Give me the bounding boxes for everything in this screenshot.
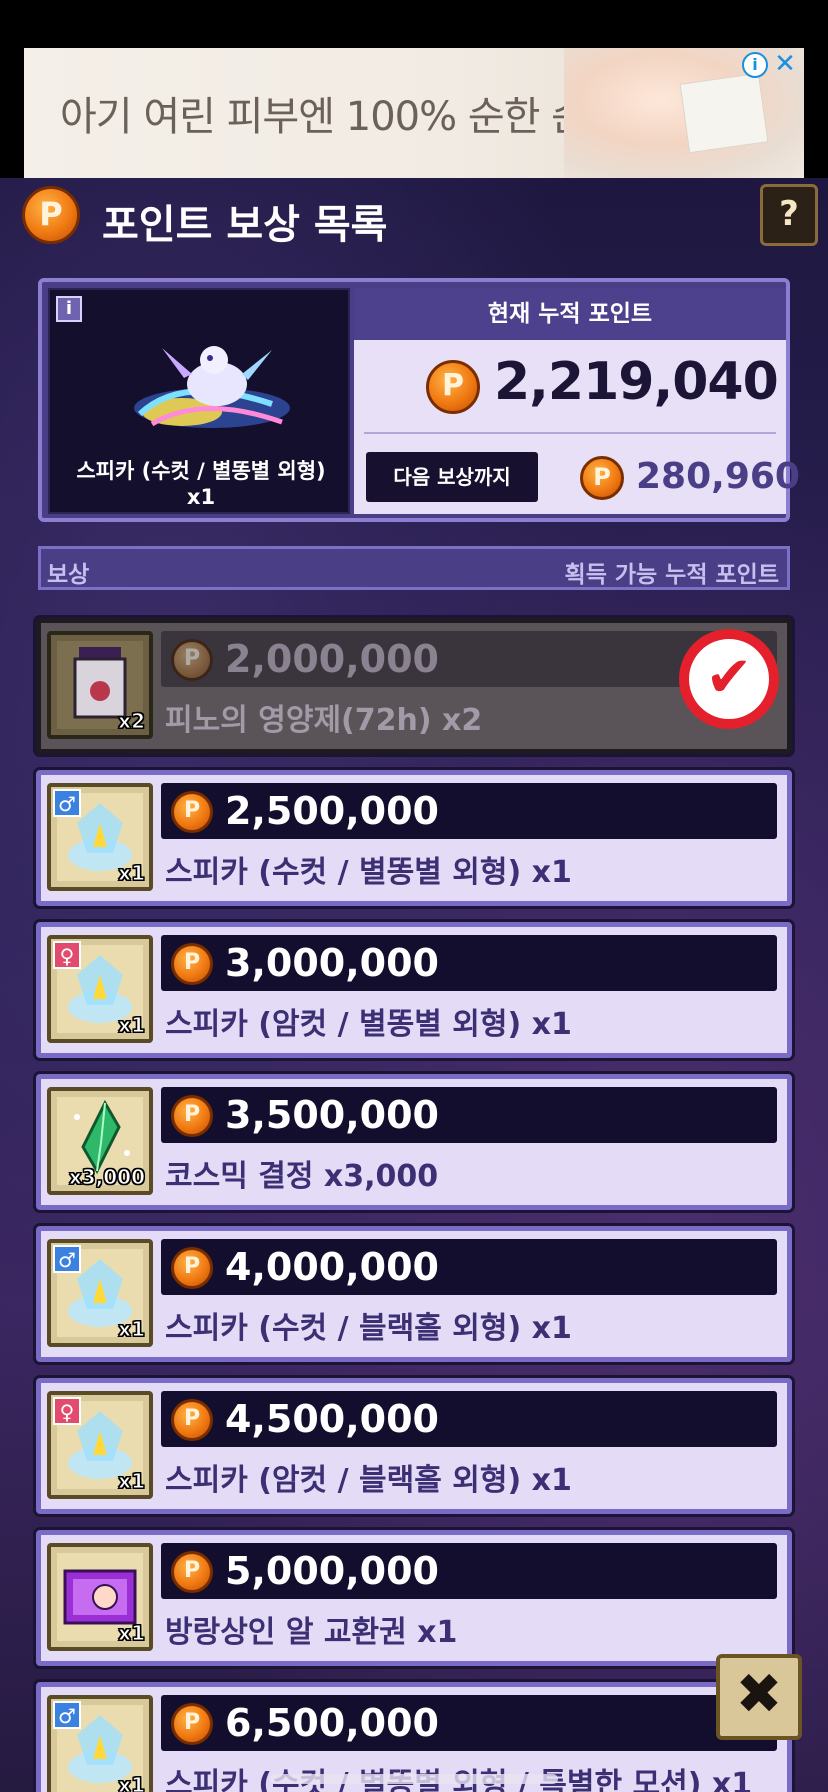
male-icon: ♂ (53, 1245, 81, 1273)
info-icon[interactable]: i (56, 296, 82, 322)
reward-row[interactable]: x1 P 5,000,000 방랑상인 알 교환권 x1 (36, 1530, 792, 1666)
status-bar (0, 0, 828, 48)
female-icon: ♀ (53, 1397, 81, 1425)
current-points-title: 현재 누적 포인트 (354, 288, 786, 340)
reward-qty: x3,000 (68, 1165, 145, 1190)
reward-item-slot[interactable]: x3,000 (47, 1087, 153, 1195)
reward-qty: x1 (118, 1773, 146, 1792)
reward-column-label: 보상 (47, 562, 90, 588)
reward-name: 피노의 영양제(72h) x2 (165, 703, 483, 738)
point-coin-icon: P (171, 1551, 213, 1593)
ad-text: 아기 여린 피부엔 100% 순한 순면 (60, 94, 624, 140)
required-points: 2,500,000 (225, 789, 439, 833)
reward-item-slot[interactable]: ♀ x1 (47, 1391, 153, 1499)
point-coin-icon: P (171, 639, 213, 681)
required-points-bar: P 3,000,000 (161, 935, 777, 991)
points-summary-panel: i 스피카 (수컷 / 별똥별 외형) x1 현재 누적 포인트 P 2,219… (38, 278, 800, 522)
required-points-bar: P 3,500,000 (161, 1087, 777, 1143)
required-points: 2,000,000 (225, 637, 439, 681)
reward-qty: x1 (118, 1317, 146, 1342)
reward-item-slot[interactable]: ♂ x1 (47, 1695, 153, 1792)
reward-row[interactable]: x3,000 P 3,500,000 코스믹 결정 x3,000 (36, 1074, 792, 1210)
reward-name: 방랑상인 알 교환권 x1 (165, 1615, 458, 1650)
reward-row[interactable]: ♀ x1 P 4,500,000 스피카 (암컷 / 블랙홀 외형) x1 (36, 1378, 792, 1514)
reward-name: 스피카 (수컷 / 블랙홀 외형) x1 (165, 1311, 572, 1346)
home-indicator (270, 1774, 558, 1784)
close-icon[interactable]: ✕ (772, 50, 798, 78)
required-points: 4,500,000 (225, 1397, 439, 1441)
claimed-check-icon: ✔ (679, 629, 779, 729)
required-points: 3,500,000 (225, 1093, 439, 1137)
reward-name: 스피카 (암컷 / 별똥별 외형) x1 (165, 1007, 572, 1042)
point-coin-icon: P (426, 360, 480, 414)
page-title: 포인트 보상 목록 (102, 202, 388, 248)
current-points-value: 2,219,040 (494, 352, 779, 412)
featured-reward-qty: x1 (186, 485, 216, 509)
help-button[interactable]: ? (760, 184, 818, 246)
reward-name: 스피카 (수컷 / 별똥별 외형) x1 (165, 855, 572, 890)
point-coin-icon: P (171, 943, 213, 985)
reward-item-slot[interactable]: x1 (47, 1543, 153, 1651)
current-points-box: 현재 누적 포인트 P 2,219,040 다음 보상까지 P 280,960 (354, 288, 800, 514)
female-icon: ♀ (53, 941, 81, 969)
info-icon[interactable]: i (742, 52, 768, 78)
point-coin-icon: P (171, 791, 213, 833)
next-reward-label: 다음 보상까지 (366, 452, 538, 502)
reward-item-slot[interactable]: ♂ x1 (47, 783, 153, 891)
reward-item-slot[interactable]: ♀ x1 (47, 935, 153, 1043)
required-points-bar: P 4,000,000 (161, 1239, 777, 1295)
divider (364, 432, 776, 434)
required-points: 6,500,000 (225, 1701, 439, 1745)
points-column-label: 획득 가능 누적 포인트 (564, 562, 779, 588)
point-coin-icon: P (171, 1247, 213, 1289)
point-coin-icon: P (171, 1399, 213, 1441)
male-icon: ♂ (53, 1701, 81, 1729)
point-coin-icon: P (580, 456, 624, 500)
required-points-bar: P 2,500,000 (161, 783, 777, 839)
pet-dragon-icon (134, 346, 290, 428)
required-points-bar: P 6,500,000 (161, 1695, 777, 1751)
reward-qty: x1 (118, 1621, 146, 1646)
close-button[interactable]: ✖ (716, 1654, 802, 1740)
page-header: P 포인트 보상 목록 ? (0, 178, 828, 258)
next-reward-points: 280,960 (636, 456, 800, 497)
ad-product-box (679, 72, 769, 154)
required-points-bar: P 4,500,000 (161, 1391, 777, 1447)
required-points: 3,000,000 (225, 941, 439, 985)
reward-row[interactable]: x2 P 2,000,000 피노의 영양제(72h) x2 ✔ (36, 618, 792, 754)
featured-reward-name: 스피카 (수컷 / 별똥별 외형) x1 (50, 458, 352, 510)
reward-qty: x2 (118, 709, 146, 734)
featured-reward-label: 스피카 (수컷 / 별똥별 외형) (76, 459, 326, 483)
point-coin-icon: P (171, 1703, 213, 1745)
male-icon: ♂ (53, 789, 81, 817)
reward-list-header: 보상 획득 가능 누적 포인트 (38, 546, 790, 590)
reward-row[interactable]: ♂ x1 P 4,000,000 스피카 (수컷 / 블랙홀 외형) x1 (36, 1226, 792, 1362)
reward-row[interactable]: ♂ x1 P 2,500,000 스피카 (수컷 / 별똥별 외형) x1 (36, 770, 792, 906)
required-points: 4,000,000 (225, 1245, 439, 1289)
ad-banner-container: 아기 여린 피부엔 100% 순한 순면 i ✕ (0, 48, 828, 178)
reward-qty: x1 (118, 1469, 146, 1494)
reward-item-slot[interactable]: ♂ x1 (47, 1239, 153, 1347)
point-coin-icon: P (22, 186, 80, 244)
reward-name: 스피카 (암컷 / 블랙홀 외형) x1 (165, 1463, 572, 1498)
reward-name: 코스믹 결정 x3,000 (165, 1159, 439, 1194)
reward-qty: x1 (118, 861, 146, 886)
reward-row[interactable]: ♀ x1 P 3,000,000 스피카 (암컷 / 별똥별 외형) x1 (36, 922, 792, 1058)
required-points-bar: P 5,000,000 (161, 1543, 777, 1599)
reward-qty: x1 (118, 1013, 146, 1038)
reward-item-slot[interactable]: x2 (47, 631, 153, 739)
required-points: 5,000,000 (225, 1549, 439, 1593)
featured-reward[interactable]: i 스피카 (수컷 / 별똥별 외형) x1 (48, 288, 350, 514)
point-coin-icon: P (171, 1095, 213, 1137)
ad-banner[interactable]: 아기 여린 피부엔 100% 순한 순면 i ✕ (24, 48, 804, 178)
